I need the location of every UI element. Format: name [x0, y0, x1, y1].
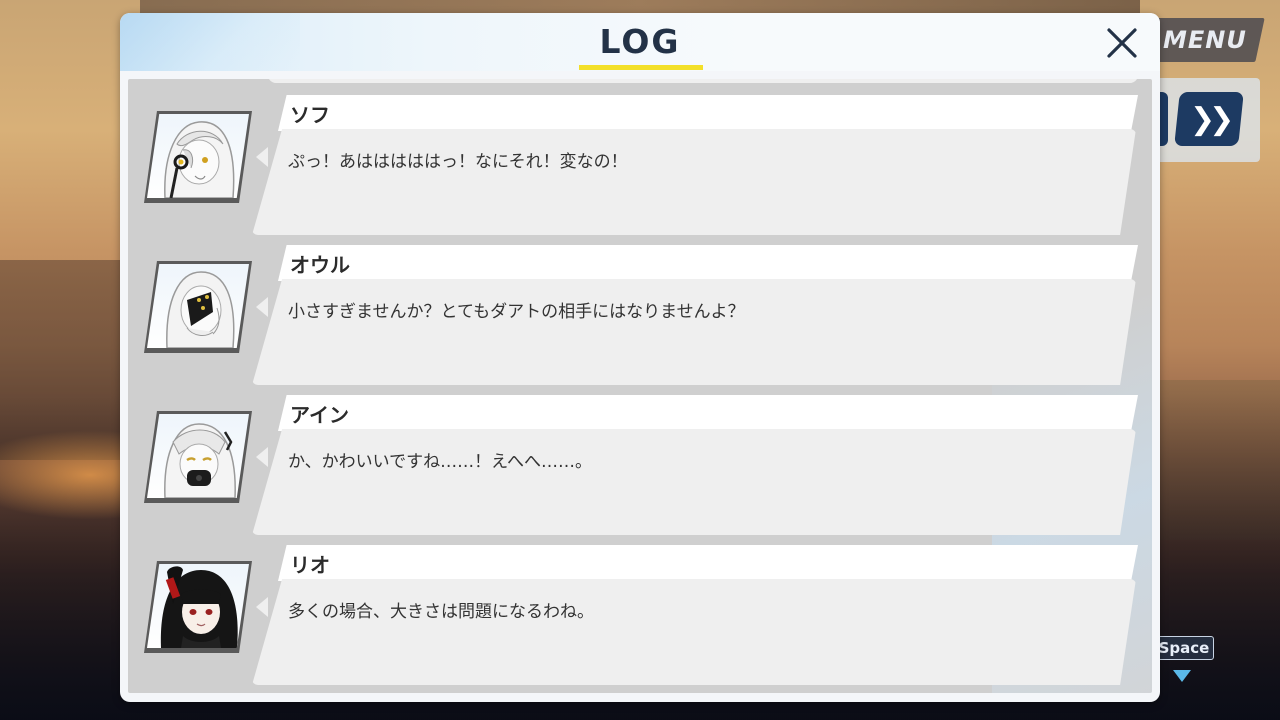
title-underline: [579, 65, 703, 70]
log-entry: アイン か、かわいいですね……！えへへ……。: [128, 395, 1152, 545]
dialogue-bubble: [252, 429, 1136, 535]
avatar: [144, 411, 252, 503]
bubble-tail: [256, 597, 268, 617]
name-tab: [278, 395, 1138, 431]
soph-portrait-icon: [164, 121, 235, 198]
speaker-name: オウル: [290, 253, 350, 277]
close-icon: [1107, 28, 1137, 58]
previous-entry-edge: [268, 79, 1138, 83]
dialogue-bubble: [252, 279, 1136, 385]
speaker-name: アイン: [290, 403, 349, 427]
dialogue-text: か、かわいいですね……！えへへ……。: [288, 452, 592, 472]
bubble-tail: [256, 297, 268, 317]
dialogue-bubble: [252, 129, 1136, 235]
bubble-tail: [256, 447, 268, 467]
background-building: [1150, 380, 1280, 540]
name-tab: [278, 245, 1138, 281]
speaker-name: ソフ: [290, 103, 330, 127]
ein-portrait-icon: [164, 423, 236, 498]
close-button[interactable]: [1102, 23, 1142, 63]
bubble-tail: [256, 147, 268, 167]
dialogue-text: ぷっ！あはははははっ！なにそれ！変なの！: [288, 152, 628, 172]
name-tab: [278, 95, 1138, 131]
avatar: [144, 261, 252, 353]
menu-button[interactable]: MENU: [1145, 18, 1265, 62]
dialogue-bubble: [252, 579, 1136, 685]
log-entry: オウル 小さすぎませんか？とてもダアトの相手にはなりませんよ？: [128, 245, 1152, 395]
log-window: LOG ソフ ぷっ！あはははははっ！なにそれ！変なの！ オウル 小さすぎませんか…: [120, 13, 1160, 702]
avatar: [144, 561, 252, 653]
log-list[interactable]: ソフ ぷっ！あはははははっ！なにそれ！変なの！ オウル 小さすぎませんか？とても…: [128, 79, 1152, 693]
speaker-name: リオ: [290, 553, 330, 577]
log-entry: リオ 多くの場合、大きさは問題になるわね。: [128, 545, 1152, 693]
avatar: [144, 111, 252, 203]
rio-portrait-icon: [160, 566, 238, 648]
skip-button[interactable]: ❯❯: [1174, 92, 1244, 146]
log-entry: ソフ ぷっ！あはははははっ！なにそれ！変なの！: [128, 95, 1152, 245]
space-key-hint: Space: [1154, 636, 1214, 660]
menu-button-label: MENU: [1163, 26, 1247, 54]
dialogue-text: 多くの場合、大きさは問題になるわね。: [288, 602, 594, 622]
advance-arrow-icon[interactable]: [1173, 670, 1191, 682]
owl-portrait-icon: [166, 271, 235, 348]
background-beam: [140, 0, 1140, 14]
dialogue-text: 小さすぎませんか？とてもダアトの相手にはなりませんよ？: [288, 302, 745, 322]
page-title: LOG: [599, 22, 681, 61]
log-header: LOG: [120, 13, 1160, 71]
name-tab: [278, 545, 1138, 581]
fast-forward-icon: ❯❯: [1189, 101, 1229, 137]
